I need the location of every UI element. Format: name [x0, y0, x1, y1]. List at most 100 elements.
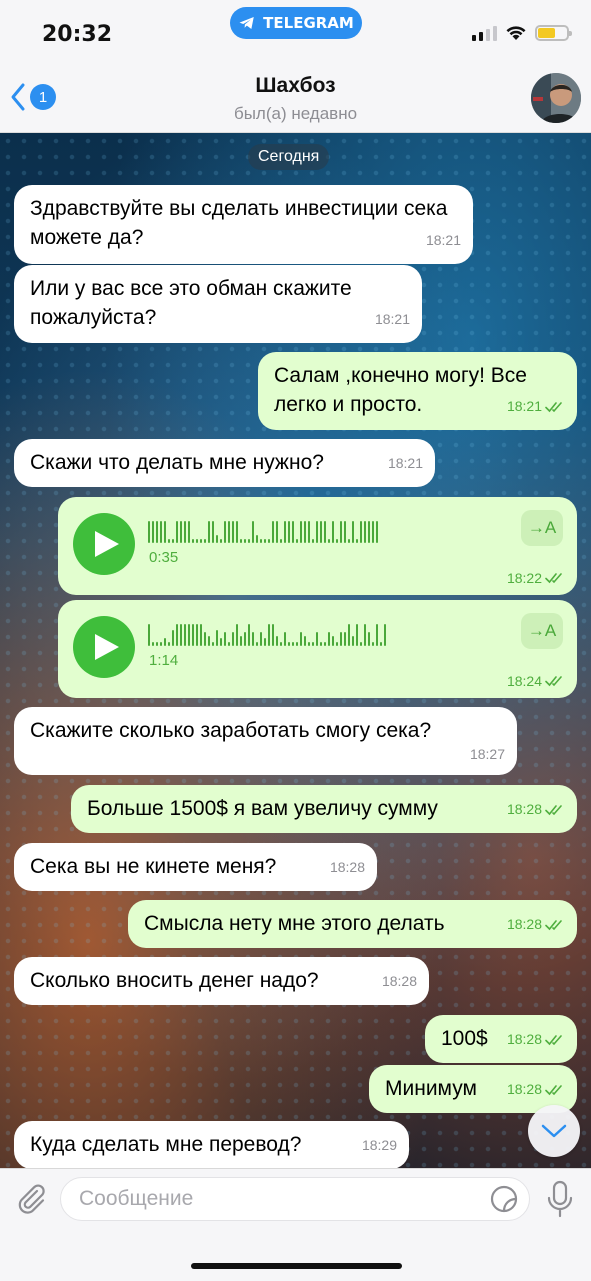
last-seen-status: был(а) недавно	[233, 104, 358, 123]
waveform-bar	[360, 521, 362, 543]
scroll-to-bottom-button[interactable]	[528, 1105, 580, 1157]
message-meta: 18:29	[362, 1131, 397, 1160]
telegram-pill[interactable]: TELEGRAM	[230, 7, 362, 39]
waveform-bar	[272, 624, 274, 646]
message-time: 18:24	[506, 673, 542, 689]
microphone-icon[interactable]	[544, 1179, 576, 1219]
waveform-bar	[188, 521, 190, 543]
waveform-bar	[236, 521, 238, 543]
outgoing-message[interactable]: Больше 1500$ я вам увеличу сумму 18:28	[71, 785, 577, 833]
waveform-bar	[372, 642, 374, 646]
waveform-bar	[332, 521, 334, 543]
outgoing-message[interactable]: Салам ,конечно могу! Все легко и просто.…	[258, 352, 577, 430]
waveform-bar	[372, 521, 374, 543]
waveform-bar	[152, 521, 154, 543]
waveform-bar	[324, 642, 326, 646]
message-time: 18:21	[425, 232, 461, 248]
voice-duration: 0:35	[149, 549, 179, 566]
message-meta: 18:28	[507, 1075, 565, 1104]
waveform-bar	[320, 521, 322, 543]
waveform-bar	[196, 624, 198, 646]
double-check-icon	[545, 573, 562, 584]
transcribe-button[interactable]: →A	[521, 613, 563, 649]
waveform-bar	[328, 539, 330, 543]
message-text: Скажи что делать мне нужно?	[30, 451, 324, 474]
incoming-message[interactable]: Здравствуйте вы сделать инвестиции сека …	[14, 185, 473, 264]
outgoing-message[interactable]: 100$ 18:28	[425, 1015, 577, 1063]
waveform-bar	[148, 624, 150, 646]
play-button[interactable]	[73, 513, 135, 575]
sticker-icon[interactable]	[489, 1184, 519, 1214]
waveform-bar	[340, 632, 342, 646]
status-icons	[472, 25, 572, 41]
incoming-message[interactable]: Сека вы не кинете меня? 18:28	[14, 843, 377, 891]
status-bar: 20:32 TELEGRAM	[0, 0, 591, 62]
waveform-bar	[172, 630, 174, 646]
waveform-bar	[188, 624, 190, 646]
message-meta: 18:22	[507, 570, 565, 586]
waveform-bar	[332, 636, 334, 646]
telegram-pill-label: TELEGRAM	[263, 14, 354, 32]
waveform-bar	[232, 632, 234, 646]
waveform-bar	[180, 521, 182, 543]
waveform-bar	[264, 539, 266, 543]
waveform-bar	[336, 642, 338, 646]
waveform-bar	[384, 624, 386, 646]
message-time: 18:28	[506, 1081, 542, 1097]
waveform-bar	[240, 539, 242, 543]
message-time: 18:21	[374, 311, 410, 327]
avatar[interactable]	[531, 73, 581, 123]
waveform-bar	[180, 624, 182, 646]
waveform-bar	[164, 638, 166, 646]
waveform-bar	[240, 636, 242, 646]
message-time: 18:28	[329, 859, 365, 875]
waveform-bar	[148, 521, 150, 543]
waveform-bar	[220, 638, 222, 646]
outgoing-message[interactable]: Смысла нету мне этого делать 18:28	[128, 900, 577, 948]
message-time: 18:22	[506, 570, 542, 586]
clock: 20:32	[42, 22, 113, 47]
incoming-message[interactable]: Сколько вносить денег надо? 18:28	[14, 957, 429, 1005]
waveform-bar	[196, 539, 198, 543]
waveform-bar	[168, 642, 170, 646]
incoming-message[interactable]: Скажите сколько заработать смогу сека? 1…	[14, 707, 517, 775]
message-meta: 18:28	[507, 1025, 565, 1054]
waveform-bar	[156, 521, 158, 543]
incoming-message[interactable]: Скажи что делать мне нужно? 18:21	[14, 439, 435, 487]
message-meta: 18:21	[388, 449, 423, 478]
voice-message[interactable]: 1:14 →A 18:24	[58, 600, 577, 698]
message-meta: 18:28	[507, 795, 565, 824]
incoming-message[interactable]: Куда сделать мне перевод? 18:29	[14, 1121, 409, 1168]
waveform-bar	[292, 521, 294, 543]
message-input[interactable]: Сообщение	[60, 1177, 530, 1221]
waveform-bar	[260, 539, 262, 543]
play-button[interactable]	[73, 616, 135, 678]
waveform-bar	[228, 521, 230, 543]
waveform-bar	[368, 632, 370, 646]
waveform-bar	[260, 632, 262, 646]
waveform-bar	[252, 632, 254, 646]
waveform-bar	[184, 624, 186, 646]
waveform-bar	[244, 539, 246, 543]
waveform-bar	[364, 624, 366, 646]
transcribe-button[interactable]: →A	[521, 510, 563, 546]
waveform-bar	[348, 539, 350, 543]
message-text: Сколько вносить денег надо?	[30, 969, 319, 992]
chat-area[interactable]: Сегодня Здравствуйте вы сделать инвестиц…	[0, 133, 591, 1168]
waveform-bar	[256, 642, 258, 646]
voice-message[interactable]: 0:35 →A 18:22	[58, 497, 577, 595]
message-meta: 18:28	[330, 853, 365, 882]
waveform-bar	[276, 521, 278, 543]
waveform-bar	[368, 521, 370, 543]
play-icon	[94, 531, 119, 557]
incoming-message[interactable]: Или у вас все это обман скажите пожалуйс…	[14, 265, 422, 343]
waveform-bar	[244, 632, 246, 646]
waveform-bar	[288, 521, 290, 543]
waveform-bar	[284, 521, 286, 543]
contact-name[interactable]: Шахбоз	[0, 74, 591, 98]
paperclip-icon[interactable]	[13, 1181, 49, 1217]
waveform-bar	[376, 624, 378, 646]
message-time: 18:28	[381, 973, 417, 989]
waveform-bar	[152, 642, 154, 646]
avatar-photo	[531, 73, 581, 123]
